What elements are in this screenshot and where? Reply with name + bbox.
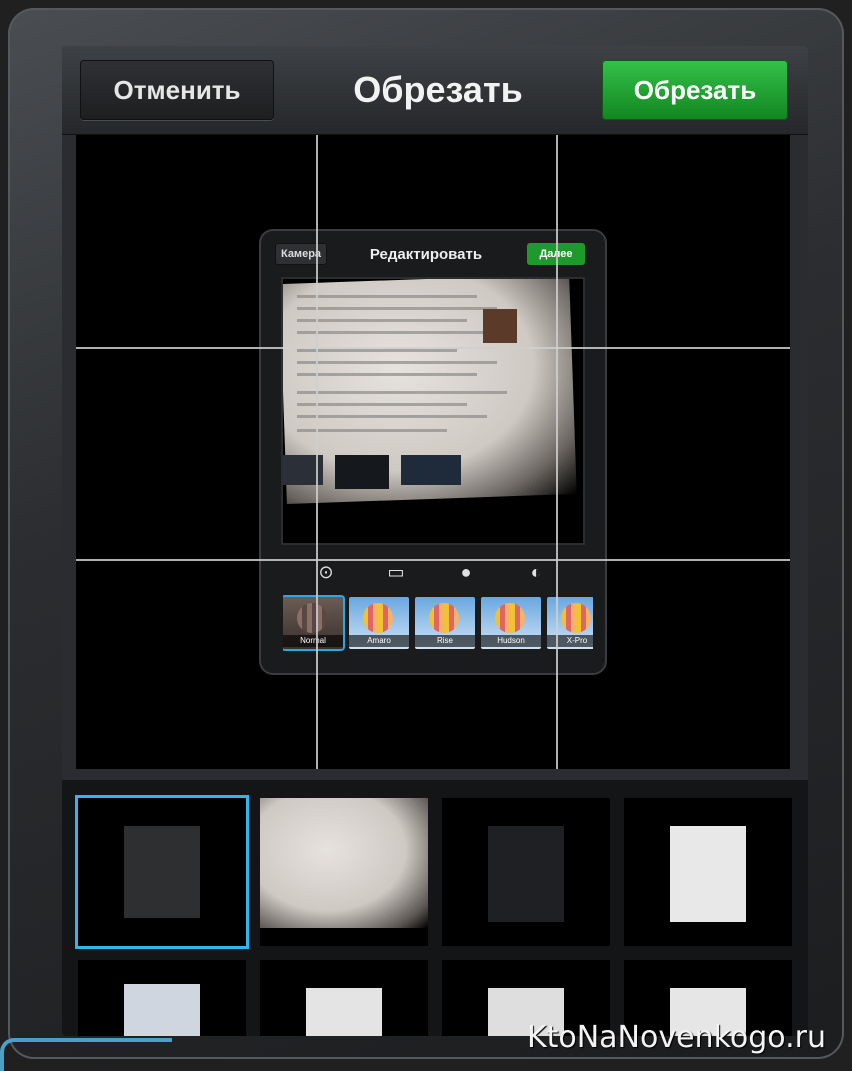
text-line (297, 319, 467, 322)
balloon-icon (495, 603, 525, 633)
text-line (297, 415, 487, 418)
thumb-image (488, 826, 564, 922)
text-line (297, 361, 497, 364)
text-line (297, 349, 457, 352)
crop-button[interactable]: Обрезать (602, 60, 788, 120)
page-title: Обрезать (353, 69, 523, 110)
text-line (297, 429, 447, 432)
filter-thumb: Hudson (481, 597, 541, 649)
preview-back-button: Камера (275, 243, 327, 265)
gallery-thumb[interactable] (442, 798, 610, 946)
filter-label: Hudson (481, 635, 541, 647)
filter-strip: Normal Amaro Rise Hudson X-Pro (283, 593, 593, 651)
photo-thumb (401, 455, 461, 485)
text-line (297, 391, 507, 394)
border-icon: ▭ (387, 562, 405, 582)
photo-gallery (62, 780, 808, 1036)
crop-grid-line (316, 135, 318, 769)
crop-grid-line (556, 135, 558, 769)
filter-label: Normal (283, 635, 343, 647)
rotate-icon: ⊙ (318, 562, 334, 582)
filter-thumb: Rise (415, 597, 475, 649)
filter-label: Rise (415, 635, 475, 647)
gallery-thumb[interactable] (260, 960, 428, 1036)
blur-icon: ● (460, 562, 472, 582)
text-line (297, 295, 477, 298)
filter-thumb: Amaro (349, 597, 409, 649)
text-line (297, 373, 477, 376)
filter-thumb: X-Pro (547, 597, 593, 649)
cancel-button[interactable]: Отменить (80, 60, 274, 120)
thumb-image (306, 988, 382, 1036)
top-bar: Отменить Обрезать Обрезать (62, 46, 808, 135)
preview-photo (283, 279, 583, 543)
slide-corner-accent (0, 1038, 172, 1071)
thumb-image (670, 826, 746, 922)
crop-area[interactable]: Камера Редактировать Далее (76, 135, 790, 769)
image-preview: Камера Редактировать Далее (261, 231, 605, 673)
thumb-image (124, 984, 200, 1036)
gallery-thumb[interactable] (260, 798, 428, 946)
balloon-icon (561, 603, 591, 633)
crop-grid-line (76, 559, 790, 561)
text-line (297, 403, 467, 406)
thumb-image (124, 826, 200, 918)
edit-tools: ⊙ ▭ ● ◐ (261, 557, 605, 587)
filter-label: Amaro (349, 635, 409, 647)
text-line (297, 307, 497, 310)
lux-icon: ◐ (530, 562, 542, 582)
thumb-image (260, 798, 428, 928)
balloon-icon (363, 603, 393, 633)
preview-title: Редактировать (369, 245, 483, 263)
photo-thumb (335, 455, 389, 489)
balloon-icon (429, 603, 459, 633)
text-line (297, 331, 487, 334)
gallery-thumb[interactable] (78, 960, 246, 1036)
balloon-icon (297, 603, 327, 633)
gallery-thumb-selected[interactable] (78, 798, 246, 946)
crop-screen: Отменить Обрезать Обрезать Камера Редакт… (62, 46, 808, 1036)
watermark: KtoNaNovenkogo.ru (526, 1020, 826, 1055)
photo-avatar (483, 309, 517, 343)
filter-thumb: Normal (283, 597, 343, 649)
preview-top-bar: Камера Редактировать Далее (261, 231, 605, 277)
crop-grid-line (76, 347, 790, 349)
filter-label: X-Pro (547, 635, 593, 647)
gallery-thumb[interactable] (624, 798, 792, 946)
